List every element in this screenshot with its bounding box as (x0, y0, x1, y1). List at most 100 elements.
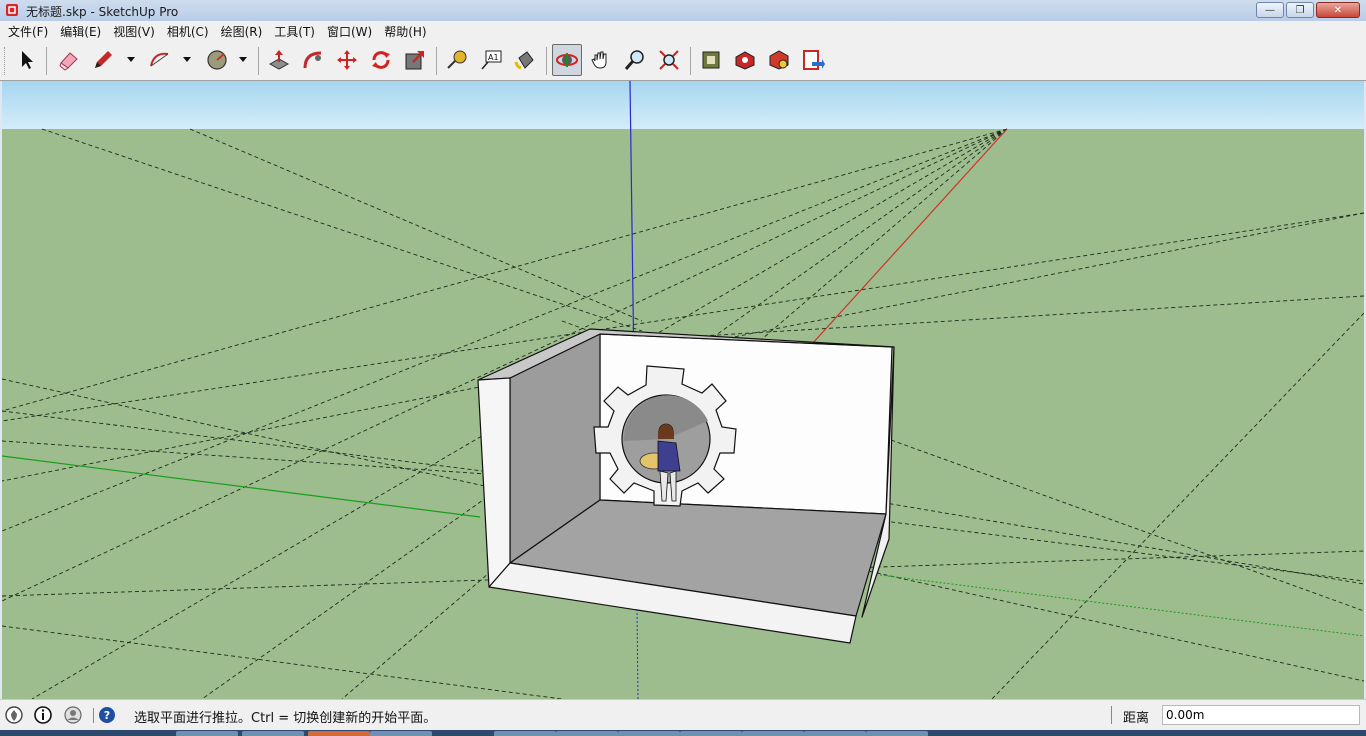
svg-text:?: ? (104, 709, 110, 722)
tape-measure-tool-button[interactable] (442, 44, 472, 76)
taskbar-button[interactable] (308, 731, 370, 736)
user-icon (64, 706, 82, 724)
toolbar-grip[interactable] (4, 47, 8, 75)
window-title: 无标题.skp - SketchUp Pro (26, 5, 179, 19)
extension-warehouse-icon (769, 50, 789, 70)
zoom-tool-icon (624, 50, 644, 70)
move-tool-icon (337, 50, 357, 70)
pencil-line-tool-icon (95, 51, 112, 68)
measurements-input[interactable] (1162, 705, 1360, 725)
taskbar-button[interactable] (866, 731, 928, 736)
sketchup-logo-icon (6, 4, 18, 16)
extension-warehouse-button[interactable] (764, 44, 794, 76)
text-tool-icon: A1 (481, 50, 502, 70)
scene-canvas[interactable] (2, 81, 1364, 699)
status-bar: ? 选取平面进行推拉。Ctrl = 切换创建新的开始平面。 距离 (0, 699, 1366, 730)
pan-tool-button[interactable] (586, 44, 616, 76)
eraser-tool-icon (59, 52, 78, 71)
menu-tools[interactable]: 工具(T) (268, 23, 321, 40)
shape-tool-button[interactable] (202, 44, 232, 76)
zoom-extents-tool-button[interactable] (654, 44, 684, 76)
close-button[interactable]: ✕ (1316, 2, 1360, 18)
pan-tool-icon (591, 51, 607, 69)
menu-draw[interactable]: 绘图(R) (215, 23, 269, 40)
taskbar-button[interactable] (742, 731, 804, 736)
minimize-icon: — (1265, 4, 1275, 16)
pencil-tool-button[interactable] (88, 44, 118, 76)
taskbar-button[interactable] (176, 731, 238, 736)
menu-view[interactable]: 视图(V) (107, 23, 161, 40)
send-to-layout-icon (803, 50, 825, 70)
share-model-icon (735, 51, 755, 70)
sign-in-button[interactable] (63, 705, 83, 725)
taskbar-button[interactable] (680, 731, 742, 736)
text-tool-button[interactable]: A1 (476, 44, 506, 76)
restore-icon: ❐ (1295, 4, 1305, 16)
toolbar-separator (46, 47, 47, 75)
toolbar-separator (258, 47, 259, 75)
select-tool-icon (22, 51, 33, 69)
scale-tool-button[interactable] (400, 44, 430, 76)
pencil-dropdown[interactable] (126, 53, 136, 67)
chevron-down-icon (239, 57, 247, 62)
arc-dropdown[interactable] (182, 53, 192, 67)
paint-bucket-tool-icon (514, 51, 534, 70)
orbit-tool-button[interactable] (552, 44, 582, 76)
sky (2, 81, 1364, 129)
follow-me-tool-button[interactable] (298, 44, 328, 76)
zoom-tool-button[interactable] (620, 44, 650, 76)
close-icon: ✕ (1333, 4, 1343, 16)
credits-button[interactable] (33, 705, 53, 725)
scale-tool-icon (405, 51, 424, 70)
push-pull-tool-icon (268, 50, 290, 70)
geolocation-button[interactable] (4, 705, 24, 725)
arc-tool-icon (150, 52, 169, 67)
orbit-tool-icon (556, 53, 578, 67)
taskbar-button[interactable] (242, 731, 304, 736)
arc-tool-button[interactable] (145, 44, 175, 76)
rotate-tool-icon (372, 51, 390, 69)
shape-dropdown[interactable] (238, 53, 248, 67)
tape-measure-tool-icon (447, 50, 467, 69)
minimize-button[interactable]: — (1256, 2, 1284, 18)
drawing-viewport[interactable] (2, 81, 1364, 699)
taskbar-button[interactable] (804, 731, 866, 736)
menu-edit[interactable]: 编辑(E) (54, 23, 107, 40)
send-to-layout-button[interactable] (798, 44, 828, 76)
window-controls: — ❐ ✕ (1256, 2, 1360, 18)
3d-warehouse-button[interactable] (696, 44, 726, 76)
geo-location-icon (5, 706, 23, 724)
toolbar-separator (690, 47, 691, 75)
select-tool-button[interactable] (12, 44, 42, 76)
menu-file[interactable]: 文件(F) (2, 23, 54, 40)
move-tool-button[interactable] (332, 44, 362, 76)
zoom-extents-tool-icon (659, 50, 679, 70)
eraser-tool-button[interactable] (54, 44, 84, 76)
toolbar-separator (436, 47, 437, 75)
menu-camera[interactable]: 相机(C) (161, 23, 215, 40)
text-tool-label: A1 (488, 53, 499, 62)
taskbar-button[interactable] (370, 731, 432, 736)
share-model-button[interactable] (730, 44, 760, 76)
vcb-separator (1111, 706, 1112, 724)
3d-warehouse-icon (702, 51, 720, 69)
taskbar-button[interactable] (494, 731, 556, 736)
measurements-label: 距离 (1123, 711, 1150, 726)
paint-bucket-tool-button[interactable] (510, 44, 540, 76)
chevron-down-icon (127, 57, 135, 62)
menu-bar: 文件(F) 编辑(E) 视图(V) 相机(C) 绘图(R) 工具(T) 窗口(W… (0, 21, 1366, 41)
restore-button[interactable]: ❐ (1286, 2, 1314, 18)
info-icon (34, 706, 52, 724)
toolbar-separator (546, 47, 547, 75)
menu-help[interactable]: 帮助(H) (378, 23, 432, 40)
shape-tool-icon (207, 50, 227, 70)
taskbar-button[interactable] (618, 731, 680, 736)
rotate-tool-button[interactable] (366, 44, 396, 76)
push-pull-tool-button[interactable] (264, 44, 294, 76)
status-separator (93, 708, 94, 723)
title-bar: 无标题.skp - SketchUp Pro — ❐ ✕ (0, 0, 1366, 22)
taskbar-button[interactable] (556, 731, 618, 736)
instructor-button[interactable]: ? (97, 705, 117, 725)
help-icon: ? (99, 707, 115, 723)
menu-window[interactable]: 窗口(W) (321, 23, 378, 40)
